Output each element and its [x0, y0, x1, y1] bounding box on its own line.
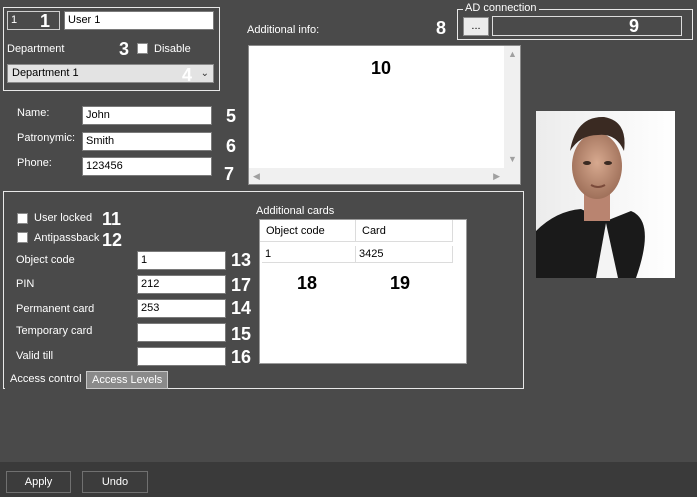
valid-till-label: Valid till — [16, 350, 54, 362]
ad-connection-title: AD connection — [463, 2, 539, 15]
callout-1: 1 — [40, 11, 51, 31]
apply-button[interactable]: Apply — [6, 471, 71, 493]
tab-access-levels[interactable]: Access Levels — [86, 371, 169, 389]
callout-14: 14 — [231, 298, 252, 318]
callout-18: 18 — [297, 273, 318, 293]
table-row-object-code[interactable]: 1 — [262, 246, 356, 263]
callout-8: 8 — [436, 18, 447, 38]
callout-19: 19 — [390, 273, 411, 293]
callout-3: 3 — [119, 39, 130, 59]
permanent-card-field[interactable]: 253 — [137, 299, 226, 318]
object-code-field[interactable]: 1 — [137, 251, 226, 270]
additional-cards-table[interactable]: Object code Card 1 3425 — [259, 219, 467, 364]
callout-16: 16 — [231, 347, 252, 367]
antipassback-checkbox[interactable] — [17, 232, 28, 243]
department-label: Department — [7, 43, 65, 55]
ad-connection-field[interactable] — [492, 16, 682, 36]
additional-info-label: Additional info: — [247, 24, 320, 36]
table-row-card[interactable]: 3425 — [356, 246, 453, 263]
callout-17: 17 — [231, 275, 252, 295]
callout-6: 6 — [226, 136, 237, 156]
chevron-down-icon: ⌄ — [200, 68, 209, 79]
scroll-left-icon[interactable]: ◀ — [253, 172, 260, 181]
phone-field[interactable]: 123456 — [82, 157, 212, 176]
callout-10: 10 — [371, 58, 392, 78]
patronymic-field[interactable]: Smith — [82, 132, 212, 151]
undo-button[interactable]: Undo — [82, 471, 148, 493]
scroll-right-icon[interactable]: ▶ — [493, 172, 500, 181]
vertical-scrollbar[interactable]: ▲ ▼ — [504, 46, 520, 168]
callout-5: 5 — [226, 106, 237, 126]
name-label: Name: — [17, 107, 50, 119]
disable-checkbox[interactable] — [137, 43, 148, 54]
disable-label: Disable — [154, 43, 191, 55]
ad-browse-button[interactable]: ... — [463, 17, 489, 36]
callout-13: 13 — [231, 250, 252, 270]
department-select-value: Department 1 — [12, 67, 79, 79]
antipassback-label: Antipassback — [34, 232, 100, 244]
additional-cards-label: Additional cards — [256, 205, 335, 217]
callout-11: 11 — [102, 209, 122, 229]
valid-till-field[interactable] — [137, 347, 226, 366]
column-header-card[interactable]: Card — [356, 220, 453, 242]
pin-field[interactable]: 212 — [137, 275, 226, 294]
column-header-object-code[interactable]: Object code — [260, 220, 356, 242]
scroll-down-icon[interactable]: ▼ — [508, 155, 517, 164]
callout-12: 12 — [102, 230, 123, 250]
pin-label: PIN — [16, 278, 35, 290]
callout-9: 9 — [629, 16, 640, 36]
user-locked-checkbox[interactable] — [17, 213, 28, 224]
callout-2: 2 — [192, 11, 203, 31]
temporary-card-field[interactable] — [137, 323, 226, 342]
phone-label: Phone: — [17, 157, 52, 169]
user-locked-label: User locked — [34, 212, 93, 224]
callout-7: 7 — [224, 164, 235, 184]
name-field[interactable]: John — [82, 106, 212, 125]
callout-15: 15 — [231, 324, 252, 344]
callout-4: 4 — [182, 65, 193, 85]
user-photo — [536, 111, 675, 278]
horizontal-scrollbar[interactable]: ◀ ▶ — [249, 168, 504, 184]
object-code-label: Object code — [16, 254, 75, 266]
id-field[interactable]: 1 — [7, 11, 60, 30]
temporary-card-label: Temporary card — [16, 325, 93, 337]
patronymic-label: Patronymic: — [17, 132, 76, 144]
scroll-up-icon[interactable]: ▲ — [508, 50, 517, 59]
scrollbar-corner — [504, 168, 520, 184]
tab-access-control[interactable]: Access control — [5, 371, 87, 389]
permanent-card-label: Permanent card — [16, 303, 95, 315]
